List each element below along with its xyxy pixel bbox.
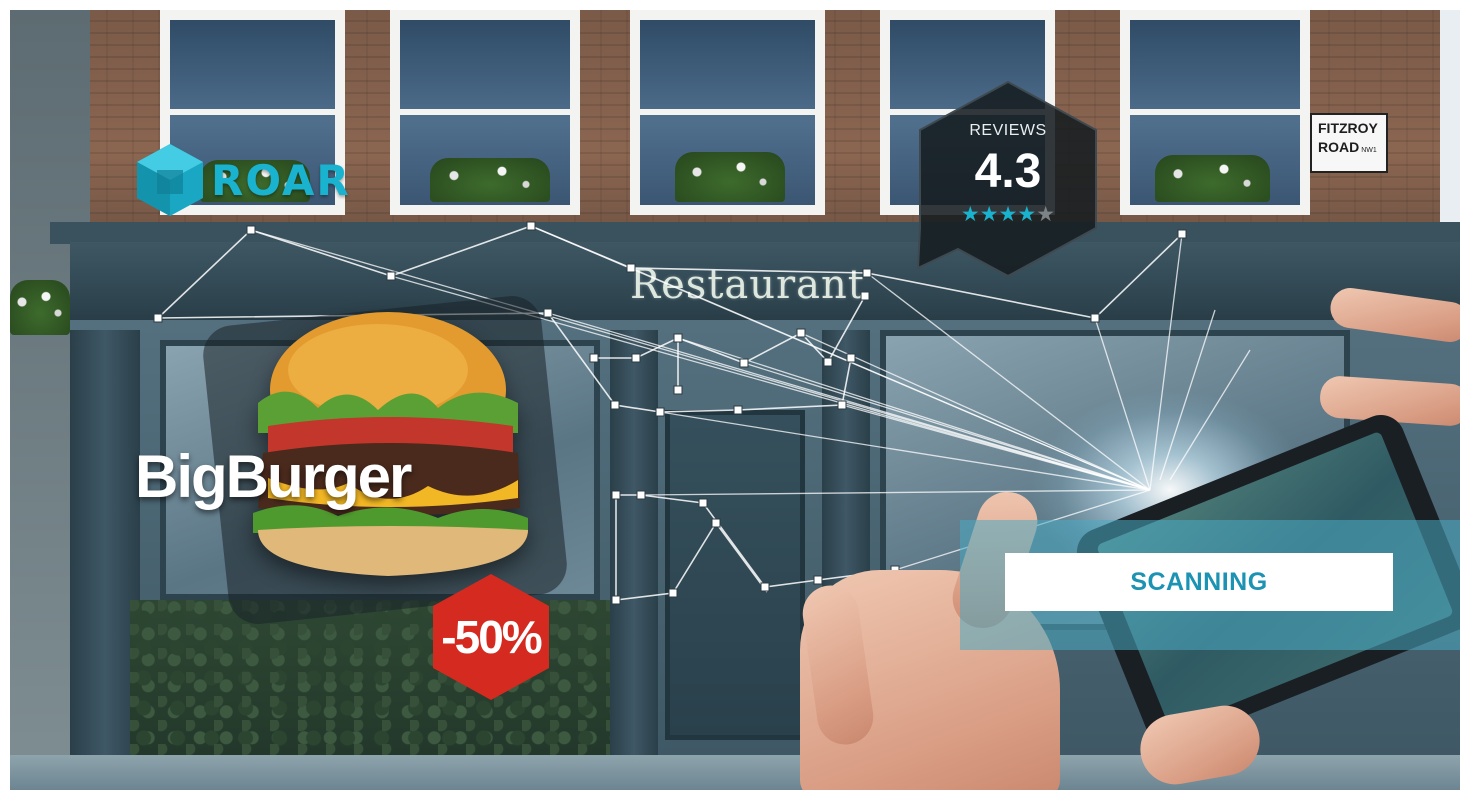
mesh-node (813, 575, 823, 585)
mesh-node (668, 588, 678, 598)
discount-badge: -50% (430, 572, 552, 702)
scan-ray (743, 362, 1151, 491)
scan-status-box: SCANNING (1005, 553, 1393, 611)
reviews-badge: REVIEWS 4.3 ★★★★★ (908, 78, 1108, 288)
scan-ray (1169, 349, 1251, 481)
mesh-node (711, 518, 721, 528)
cube-icon (137, 144, 203, 216)
star-icon: ★ (960, 203, 980, 226)
reviews-score: 4.3 (974, 145, 1042, 198)
mesh-lower (615, 521, 768, 601)
scan-ray (547, 312, 1151, 491)
reviews-label: REVIEWS (969, 122, 1047, 139)
mesh-node (796, 328, 806, 338)
mesh-node (698, 498, 708, 508)
scan-ray (1149, 233, 1183, 491)
mesh-node (611, 490, 621, 500)
scan-ray (630, 267, 1151, 491)
mesh-node (823, 357, 833, 367)
scan-ray (640, 489, 1151, 496)
mesh-node (631, 353, 641, 363)
mesh-node (1090, 313, 1100, 323)
mesh-node (673, 385, 683, 395)
mesh-node (739, 358, 749, 368)
scan-ray (1159, 309, 1216, 481)
mesh-node (610, 400, 620, 410)
mesh-node (846, 353, 856, 363)
mesh-node (860, 291, 870, 301)
scan-ray (1094, 317, 1151, 491)
mesh-node (655, 407, 665, 417)
mesh-node (636, 490, 646, 500)
scan-status-label: SCANNING (1130, 567, 1268, 596)
mesh-node (733, 405, 743, 415)
mesh-node (1177, 229, 1187, 239)
scan-ray (659, 411, 1151, 491)
star-icon: ★ (979, 203, 999, 226)
roar-logo: ROAR (135, 142, 351, 218)
mesh-lower (616, 494, 896, 588)
mesh-node (611, 595, 621, 605)
mesh-node (153, 313, 163, 323)
mesh-node (246, 225, 256, 235)
logo-wordmark: ROAR (211, 155, 351, 205)
mesh-node (837, 400, 847, 410)
mesh-node (673, 333, 683, 343)
scan-ray (841, 404, 1151, 491)
star-icon: ★ (998, 203, 1018, 226)
mesh-node (626, 263, 636, 273)
ar-scene: FITZROY ROAD NW1 Restaurant ROAR REVIEWS… (10, 10, 1460, 790)
star-icon: ★ (1017, 203, 1037, 226)
mesh-inner (594, 295, 866, 364)
mesh-node (862, 268, 872, 278)
star-rating: ★★★★★ (908, 204, 1108, 226)
discount-label: -50% (441, 611, 542, 663)
mesh-node (386, 271, 396, 281)
star-icon-empty: ★ (1036, 203, 1056, 226)
mesh-node (760, 582, 770, 592)
mesh-node (589, 353, 599, 363)
product-name: BigBurger (135, 443, 412, 510)
mesh-node (526, 221, 536, 231)
